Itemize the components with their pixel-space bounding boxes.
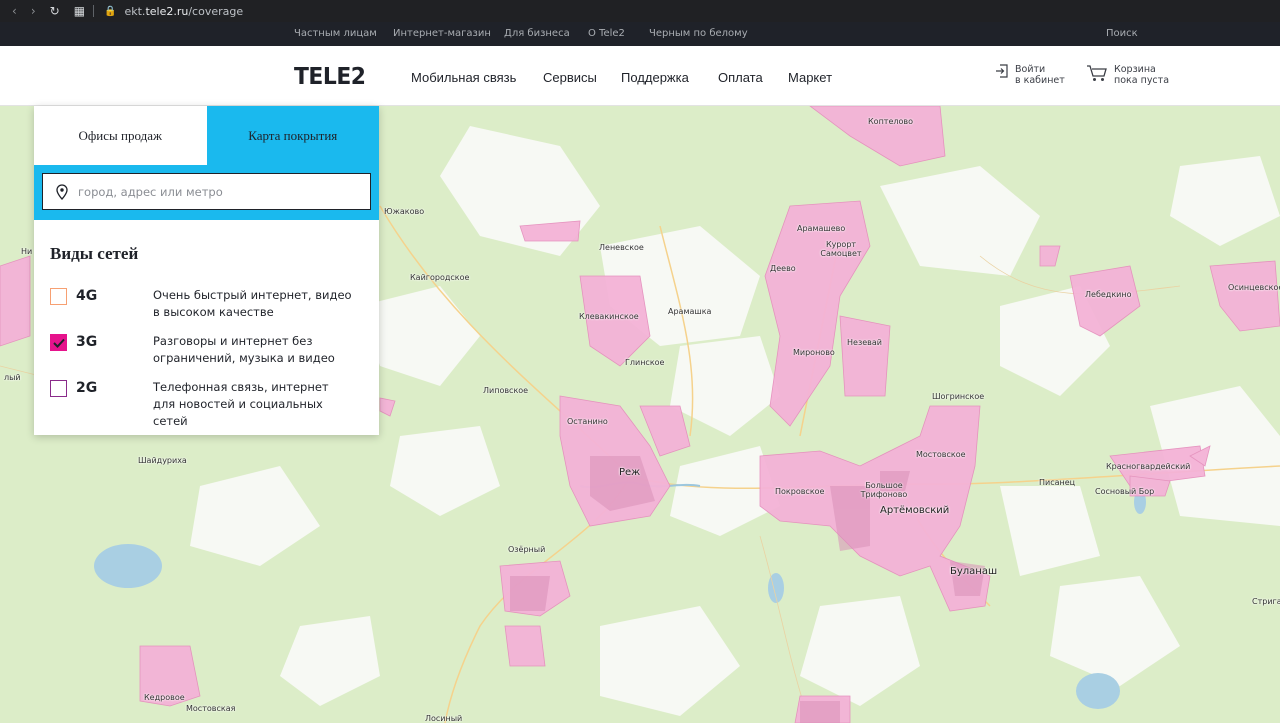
panel-tabs: Офисы продаж Карта покрытия [34,106,379,165]
topnav-search[interactable]: Поиск [1106,28,1138,39]
map-place-lebedkino: Лебедкино [1085,290,1132,299]
browser-toolbar: ‹ › ↻ ▦ 🔒 ekt.tele2.ru/coverage [0,0,1280,22]
network-name-4g: 4G [76,288,98,304]
map-place-pisanets: Писанец [1039,478,1076,487]
map-place-shogrinskoe: Шогринское [932,392,985,401]
map-place-ozerny: Озёрный [508,545,546,554]
login-button[interactable]: Войти в кабинет [995,64,1065,86]
map-place-mostovskoe: Мостовское [916,450,966,459]
location-pin-icon [56,183,68,200]
nav-market[interactable]: Маркет [788,70,832,85]
map-place-sosnovy-bor: Сосновый Бор [1095,487,1155,496]
map-place-lipovskoe: Липовское [483,386,529,395]
nav-mobile[interactable]: Мобильная связь [411,70,516,85]
coverage-panel: Офисы продаж Карта покрытия город, адрес… [34,106,379,435]
map-place-mironovo: Мироново [793,348,835,357]
map-place-kaygorodskoe: Кайгородское [410,273,470,282]
topnav-black-on-white[interactable]: Черным по белому [649,28,748,39]
checkbox-2g[interactable] [50,380,67,397]
network-desc-3g: Разговоры и интернет без ограничений, му… [153,334,335,365]
map-place-kedrovoe: Кедровое [144,693,185,702]
network-types-heading: Виды сетей [50,244,139,263]
location-search-input[interactable]: город, адрес или метро [42,173,371,210]
nav-support[interactable]: Поддержка [621,70,689,85]
reload-icon[interactable]: ↻ [50,4,60,18]
map-place-partial-ni: Ни [21,247,33,256]
lock-icon: 🔒 [104,5,117,17]
topnav-business[interactable]: Для бизнеса [504,28,570,39]
toolbar-divider [93,5,95,17]
map-place-bulanash: Буланаш [950,566,998,577]
network-row-4g[interactable]: 4G Очень быстрый интернет, видео в высок… [50,287,353,321]
topnav-shop[interactable]: Интернет-магазин [393,28,491,39]
cart-button[interactable]: Корзина пока пуста [1086,64,1169,86]
topnav-about[interactable]: О Tele2 [588,28,625,39]
map-place-glinskoe: Глинское [625,358,665,367]
network-desc-2g: Телефонная связь, интернет для новостей … [153,380,329,428]
tab-sales-offices[interactable]: Офисы продаж [34,106,207,165]
topnav-private[interactable]: Частным лицам [294,28,377,39]
network-row-3g[interactable]: 3G Разговоры и интернет без ограничений,… [50,333,353,367]
back-icon[interactable]: ‹ [12,4,17,18]
map-place-klevakinskoe: Клевакинское [579,312,639,321]
checkbox-3g[interactable] [50,334,67,351]
map-place-deevo: Деево [770,264,796,273]
nav-payment[interactable]: Оплата [718,70,763,85]
address-bar[interactable]: ekt.tele2.ru/coverage [124,5,243,18]
map-place-lenevskoe: Леневское [599,243,644,252]
map-place-osintsevskoe: Осинцевское [1228,283,1280,292]
map-place-yuzhakovo: Южаково [384,207,425,216]
map-place-artemovsky: Артёмовский [880,505,950,516]
network-name-3g: 3G [76,334,98,350]
network-name-2g: 2G [76,380,98,396]
map-place-partial-ly: лый [4,373,21,382]
search-container: город, адрес или метро [34,165,379,220]
map-place-aramashevo: Арамашево [797,224,846,233]
checkmark-icon [52,338,65,348]
top-navigation: Частным лицам Интернет-магазин Для бизне… [0,22,1280,46]
map-place-ostanino: Останино [567,417,608,426]
network-desc-4g: Очень быстрый интернет, видео в высоком … [153,288,352,319]
map-place-losiny: Лосиный [425,714,463,723]
map-place-nezevay: Незевай [847,338,882,347]
checkbox-4g[interactable] [50,288,67,305]
map-place-pokrovskoe: Покровское [775,487,825,496]
forward-icon[interactable]: › [31,4,36,18]
map-place-striga: Стрига [1252,597,1280,606]
map-place-mostovskaya: Мостовская [186,704,236,713]
map-place-krasnogvardeysky: Красногвардейский [1106,462,1191,471]
tab-coverage-map[interactable]: Карта покрытия [206,106,379,165]
login-icon [996,64,1008,78]
map-place-bolshoe-trifonovo: Большое Трифоново [860,481,908,499]
search-placeholder: город, адрес или метро [78,184,223,199]
map-place-kurort-samotsvet: Курорт Самоцвет [820,240,862,258]
map-place-koptelovo: Коптелово [868,117,914,126]
nav-services[interactable]: Сервисы [543,70,597,85]
tele2-logo[interactable]: TELE2 [294,64,366,90]
site-header: TELE2 Мобильная связь Сервисы Поддержка … [0,46,1280,106]
map-place-rezh: Реж [619,467,641,478]
map-place-shaydurikha: Шайдуриха [138,456,187,465]
cart-icon [1087,65,1107,81]
apps-grid-icon[interactable]: ▦ [74,4,85,18]
network-row-2g[interactable]: 2G Телефонная связь, интернет для новост… [50,379,353,430]
map-place-aramashka: Арамашка [668,307,712,316]
